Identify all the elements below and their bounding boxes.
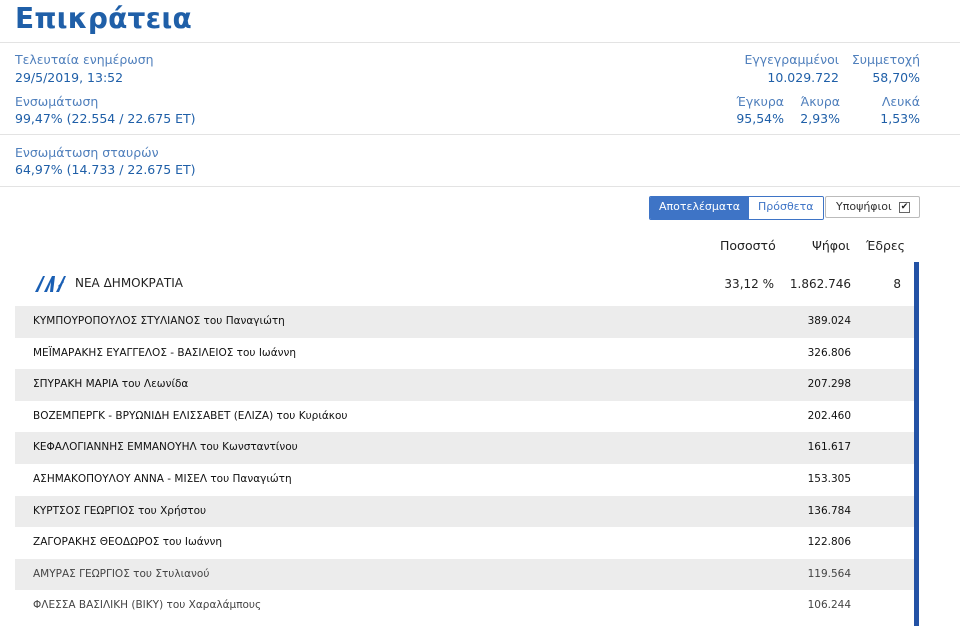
view-toggle: Αποτελέσματα Πρόσθετα	[649, 196, 824, 220]
candidate-votes: 202.460	[807, 409, 851, 422]
valid-label: Έγκυρα	[736, 94, 785, 109]
turnout-value: 58,70%	[872, 70, 920, 85]
valid-value: 95,54%	[736, 111, 784, 126]
more-tab[interactable]: Πρόσθετα	[749, 197, 823, 219]
candidate-votes: 326.806	[807, 346, 851, 359]
page-title: Επικράτεια	[15, 2, 192, 35]
candidate-name: ΑΣΗΜΑΚΟΠΟΥΛΟΥ ΑΝΝΑ - ΜΙΣΕΛ του Παναγιώτη	[33, 472, 292, 485]
candidate-votes: 119.564	[807, 567, 851, 580]
candidate-list: ΚΥΜΠΟΥΡΟΠΟΥΛΟΣ ΣΤΥΛΙΑΝΟΣ του Παναγιώτη 3…	[15, 306, 914, 622]
integration-value: 99,47% (22.554 / 22.675 ΕΤ)	[15, 111, 196, 126]
cross-integration-label: Ενσωμάτωση σταυρών	[15, 145, 159, 160]
last-update-label: Τελευταία ενημέρωση	[15, 52, 154, 67]
candidate-name: ΚΥΜΠΟΥΡΟΠΟΥΛΟΣ ΣΤΥΛΙΑΝΟΣ του Παναγιώτη	[33, 315, 285, 327]
last-update-value: 29/5/2019, 13:52	[15, 70, 124, 85]
party-seats: 8	[893, 277, 901, 291]
registered-label: Εγγεγραμμένοι	[744, 52, 839, 67]
candidate-row: ΖΑΓΟΡΑΚΗΣ ΘΕΟΔΩΡΟΣ του Ιωάννη 122.806	[15, 527, 914, 559]
divider	[0, 186, 960, 187]
candidate-votes: 122.806	[807, 536, 851, 549]
candidate-votes: 153.305	[807, 472, 851, 485]
candidate-name: ΚΥΡΤΣΟΣ ΓΕΩΡΓΙΟΣ του Χρήστου	[33, 504, 207, 517]
party-logo-icon	[35, 276, 66, 292]
divider	[0, 134, 960, 135]
candidate-name: ΑΜΥΡΑΣ ΓΕΩΡΓΙΟΣ του Στυλιανού	[33, 567, 210, 580]
candidate-name: ΜΕΪΜΑΡΑΚΗΣ ΕΥΑΓΓΕΛΟΣ - ΒΑΣΙΛΕΙΟΣ του Ιωά…	[33, 346, 297, 359]
candidate-row: ΚΕΦΑΛΟΓΙΑΝΝΗΣ ΕΜΜΑΝΟΥΗΛ του Κωνσταντίνου…	[15, 432, 914, 464]
column-header-votes: Ψήφοι	[812, 238, 850, 253]
candidate-row: ΒΟΖΕΜΠΕΡΓΚ - ΒΡΥΩΝΙΔΗ ΕΛΙΣΣΑΒΕΤ (ΕΛΙΖΑ) …	[15, 400, 914, 433]
candidate-votes: 136.784	[807, 504, 851, 517]
cross-integration-value: 64,97% (14.733 / 22.675 ΕΤ)	[15, 162, 196, 177]
turnout-label: Συμμετοχή	[851, 52, 920, 67]
candidate-name: ΒΟΖΕΜΠΕΡΓΚ - ΒΡΥΩΝΙΔΗ ΕΛΙΣΣΑΒΕΤ (ΕΛΙΖΑ) …	[33, 409, 348, 422]
registered-value: 10.029.722	[767, 70, 839, 85]
candidate-row: ΚΥΜΠΟΥΡΟΠΟΥΛΟΣ ΣΤΥΛΙΑΝΟΣ του Παναγιώτη 3…	[15, 306, 914, 338]
candidate-name: ΚΕΦΑΛΟΓΙΑΝΝΗΣ ΕΜΜΑΝΟΥΗΛ του Κωνσταντίνου	[33, 441, 298, 454]
candidate-name: ΣΠΥΡΑΚΗ ΜΑΡΙΑ του Λεωνίδα	[33, 378, 189, 391]
candidate-row: ΑΜΥΡΑΣ ΓΕΩΡΓΙΟΣ του Στυλιανού 119.564	[15, 558, 914, 591]
candidate-votes: 389.024	[807, 315, 851, 327]
candidate-votes: 106.244	[807, 599, 851, 612]
party-name: ΝΕΑ ΔΗΜΟΚΡΑΤΙΑ	[75, 276, 184, 290]
party-votes: 1.862.746	[789, 277, 851, 291]
blank-label: Λευκά	[881, 94, 920, 109]
candidates-toggle[interactable]: Υποψήφιοι ✔	[825, 196, 920, 218]
divider	[0, 42, 960, 43]
column-header-percent: Ποσοστό	[720, 238, 776, 253]
candidate-row: ΜΕΪΜΑΡΑΚΗΣ ΕΥΑΓΓΕΛΟΣ - ΒΑΣΙΛΕΙΟΣ του Ιωά…	[15, 337, 914, 370]
blank-value: 1,53%	[880, 111, 920, 126]
candidate-votes: 207.298	[807, 378, 851, 391]
candidate-name: ΖΑΓΟΡΑΚΗΣ ΘΕΟΔΩΡΟΣ του Ιωάννη	[33, 536, 223, 549]
candidate-row: ΣΠΥΡΑΚΗ ΜΑΡΙΑ του Λεωνίδα 207.298	[15, 369, 914, 401]
invalid-label: Άκυρα	[800, 94, 840, 109]
checkbox-checked-icon[interactable]: ✔	[899, 202, 910, 213]
invalid-value: 2,93%	[800, 111, 840, 126]
results-tab[interactable]: Αποτελέσματα	[650, 197, 749, 219]
party-color-bar	[914, 262, 919, 626]
candidate-votes: 161.617	[807, 441, 851, 454]
party-percent: 33,12 %	[724, 277, 774, 291]
candidate-row: ΚΥΡΤΣΟΣ ΓΕΩΡΓΙΟΣ του Χρήστου 136.784	[15, 495, 914, 528]
candidate-name: ΦΛΕΣΣΑ ΒΑΣΙΛΙΚΗ (ΒΙΚΥ) του Χαραλάμπους	[33, 599, 262, 612]
column-header-seats: Έδρες	[866, 238, 906, 253]
integration-label: Ενσωμάτωση	[15, 94, 99, 109]
candidates-toggle-label: Υποψήφιοι	[836, 200, 892, 213]
candidate-row: ΦΛΕΣΣΑ ΒΑΣΙΛΙΚΗ (ΒΙΚΥ) του Χαραλάμπους 1…	[15, 590, 914, 622]
party-row[interactable]: ΝΕΑ ΔΗΜΟΚΡΑΤΙΑ 33,12 % 1.862.746 8	[15, 264, 914, 304]
candidate-row: ΑΣΗΜΑΚΟΠΟΥΛΟΥ ΑΝΝΑ - ΜΙΣΕΛ του Παναγιώτη…	[15, 463, 914, 496]
